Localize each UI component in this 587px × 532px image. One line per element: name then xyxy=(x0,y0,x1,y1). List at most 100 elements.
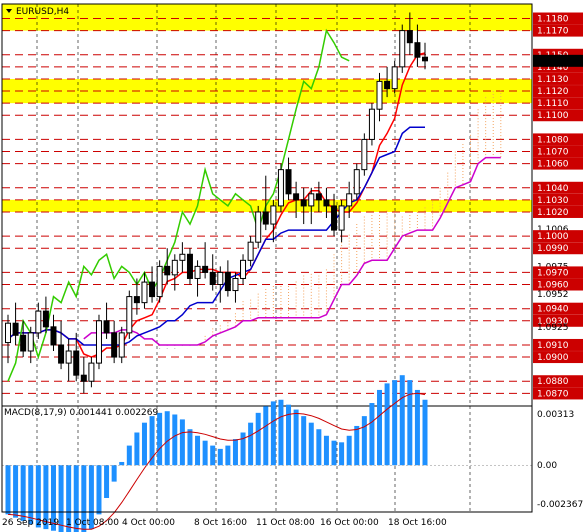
candle-body xyxy=(414,42,421,58)
candle-body xyxy=(35,310,42,334)
candle-body xyxy=(255,211,262,243)
price-label: 1.1030 xyxy=(537,196,569,206)
macd-histogram-bar xyxy=(187,429,193,466)
macd-histogram-bar xyxy=(96,465,102,515)
price-label: 1.0940 xyxy=(537,305,569,315)
symbol-title: EURUSD,H4 xyxy=(16,7,69,17)
candle-body xyxy=(164,265,171,276)
macd-histogram-bar xyxy=(414,389,420,466)
macd-histogram-bar xyxy=(278,399,284,466)
price-label: 1.0900 xyxy=(537,353,569,363)
macd-title: MACD(8,17,9) 0.001441 0.002269 xyxy=(4,408,159,418)
macd-histogram-bar xyxy=(58,465,64,532)
candle-body xyxy=(20,334,27,352)
candle-body xyxy=(194,265,201,279)
macd-histogram-bar xyxy=(195,435,201,466)
candle-body xyxy=(58,344,65,364)
price-label: 1.0990 xyxy=(537,244,569,254)
macd-histogram-bar xyxy=(293,409,299,466)
candle-body xyxy=(384,80,391,90)
price-label: 1.1000 xyxy=(537,232,569,242)
price-label: 1.1080 xyxy=(537,135,569,145)
macd-histogram-bar xyxy=(331,440,337,466)
price-label: 1.1130 xyxy=(537,75,569,85)
macd-histogram-bar xyxy=(255,412,261,466)
price-label: 1.1110 xyxy=(537,99,569,109)
macd-histogram-bar xyxy=(13,465,19,518)
macd-histogram-bar xyxy=(217,448,223,466)
candle-body xyxy=(391,66,398,90)
macd-axis-label: 0.00 xyxy=(537,461,557,471)
candle-body xyxy=(65,350,72,364)
macd-histogram-bar xyxy=(141,422,147,466)
candle-body xyxy=(202,265,209,273)
macd-histogram-bar xyxy=(263,406,269,466)
price-label: 1.0925 xyxy=(537,323,569,333)
candle-body xyxy=(27,332,34,352)
candle-body xyxy=(338,205,345,231)
candle-body xyxy=(149,281,156,298)
candle-body xyxy=(300,199,307,207)
macd-histogram-bar xyxy=(232,439,238,466)
yellow-zone xyxy=(2,199,532,212)
candle-body xyxy=(141,281,148,304)
candle-body xyxy=(308,193,315,207)
candle-body xyxy=(156,265,163,298)
candle-body xyxy=(224,271,231,292)
macd-histogram-bar xyxy=(134,432,140,466)
candle-body xyxy=(331,205,338,231)
candle-body xyxy=(80,374,87,382)
candle-body xyxy=(217,271,224,286)
macd-histogram-bar xyxy=(392,380,398,466)
candle-body xyxy=(422,56,428,62)
price-label: 1.0952 xyxy=(537,290,569,300)
price-label: 1.0970 xyxy=(537,268,569,278)
macd-histogram-bar xyxy=(104,465,110,498)
macd-histogram-bar xyxy=(407,380,413,466)
candle-body xyxy=(247,241,254,261)
price-label: 1.1040 xyxy=(537,184,569,194)
candle-body xyxy=(277,169,284,207)
candle-body xyxy=(346,193,353,207)
macd-histogram-bar xyxy=(323,435,329,466)
price-label: 1.1060 xyxy=(537,160,569,170)
candle-body xyxy=(103,320,110,334)
macd-histogram-bar xyxy=(369,403,375,466)
price-label: 1.0960 xyxy=(537,281,569,291)
candle-body xyxy=(171,259,178,276)
price-label: 1.1180 xyxy=(537,15,569,25)
symbol-header: EURUSD,H4 xyxy=(6,7,69,17)
macd-histogram-bar xyxy=(339,442,345,466)
candle-body xyxy=(315,193,322,201)
time-label: 1 Oct 08:00 xyxy=(66,518,119,528)
candle-body xyxy=(126,296,133,334)
time-label: 8 Oct 16:00 xyxy=(194,518,247,528)
candle-body xyxy=(186,253,193,279)
candle-body xyxy=(323,199,330,207)
macd-histogram-bar xyxy=(111,465,117,482)
candle-body xyxy=(133,296,140,304)
candle-body xyxy=(179,253,186,261)
candle-body xyxy=(353,169,360,195)
candle-body xyxy=(399,30,406,68)
macd-histogram-bar xyxy=(301,416,307,466)
macd-histogram-bar xyxy=(20,465,26,521)
price-label: 1.1070 xyxy=(537,148,569,158)
candle-body xyxy=(361,138,368,171)
candle-body xyxy=(376,80,383,110)
macd-histogram-bar xyxy=(225,445,231,466)
macd-histogram-bar xyxy=(308,422,314,466)
candle-body xyxy=(285,169,292,195)
price-label: 1.1020 xyxy=(537,208,569,218)
price-label: 1.1120 xyxy=(537,87,569,97)
candle-body xyxy=(111,332,118,358)
time-label: 11 Oct 08:00 xyxy=(256,518,315,528)
price-label: 1.0880 xyxy=(537,377,569,387)
time-label: 18 Oct 16:00 xyxy=(388,518,447,528)
price-label: 1.1100 xyxy=(537,111,569,121)
current-price-bg xyxy=(533,54,583,67)
candle-body xyxy=(262,211,269,225)
macd-histogram-bar xyxy=(354,425,360,466)
macd-histogram-bar xyxy=(28,465,34,525)
macd-histogram-bar xyxy=(270,401,276,466)
